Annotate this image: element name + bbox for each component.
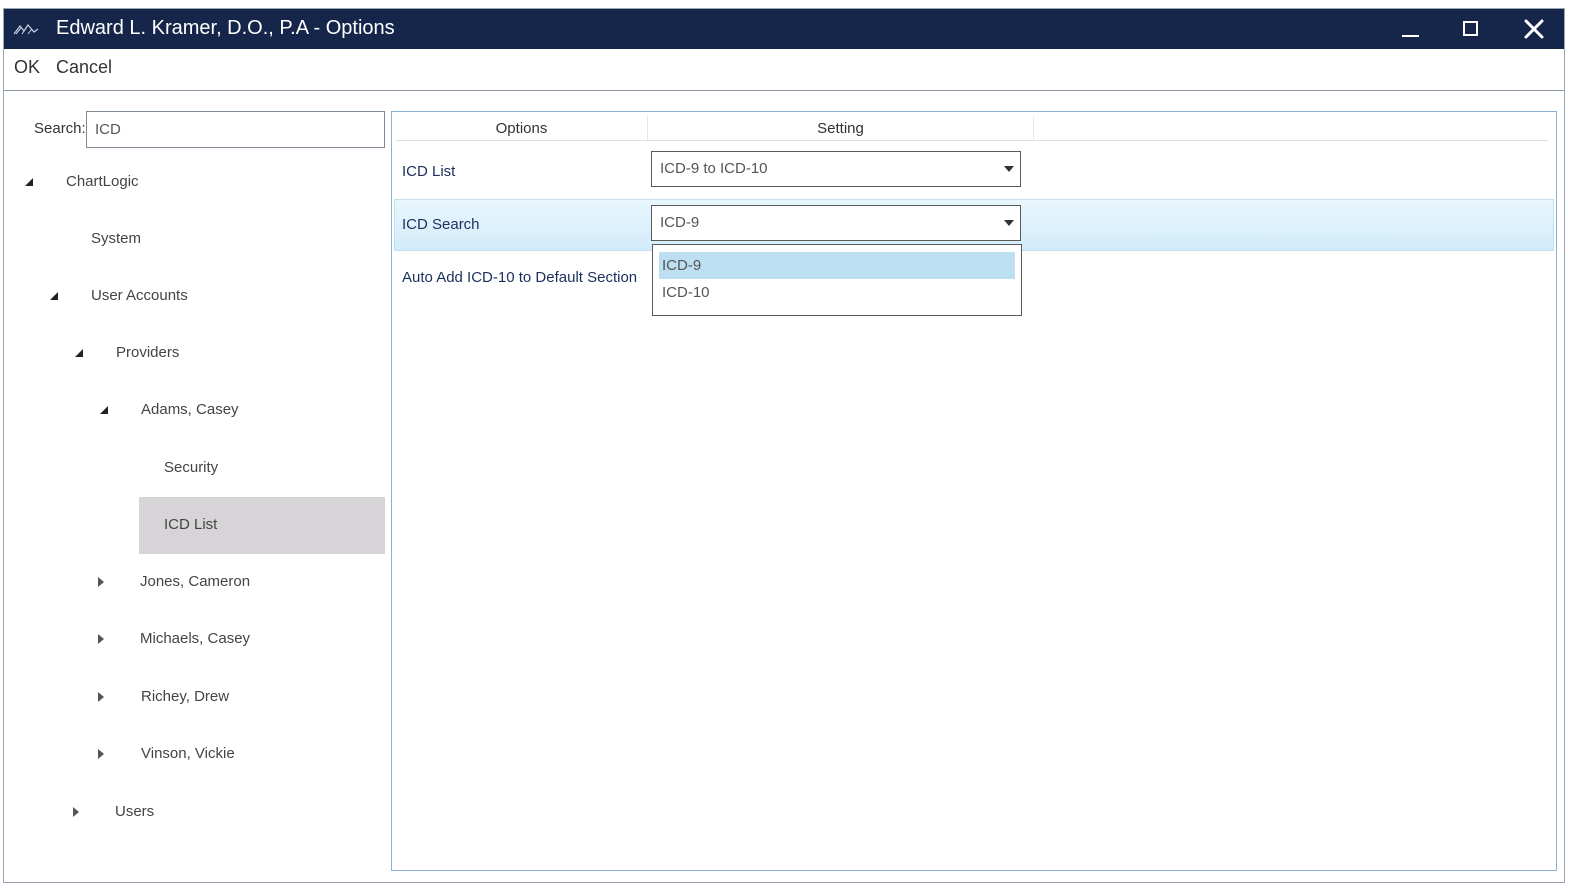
expanded-arrow-icon [75, 349, 83, 357]
dropdown-option-icd9[interactable]: ICD-9 [659, 252, 1015, 279]
tree-item-system[interactable]: System [4, 211, 384, 267]
option-label: Auto Add ICD-10 to Default Section [402, 269, 638, 286]
close-button[interactable] [1509, 9, 1559, 49]
tree-item-michaels-casey[interactable]: Michaels, Casey [4, 611, 384, 667]
maximize-icon [1463, 21, 1478, 36]
option-row-icd-list[interactable]: ICD List ICD-9 to ICD-10 [394, 146, 1554, 198]
tree-item-label: Richey, Drew [141, 688, 230, 705]
collapsed-arrow-icon [98, 577, 104, 587]
collapsed-arrow-icon [73, 807, 79, 817]
ok-button[interactable]: OK [14, 57, 40, 78]
tree-item-label: ICD List [164, 516, 218, 533]
collapsed-arrow-icon [98, 749, 104, 759]
combo-value: ICD-9 to ICD-10 [660, 160, 768, 177]
tree-item-jones-cameron[interactable]: Jones, Cameron [4, 554, 384, 610]
tree-item-users[interactable]: Users [4, 784, 384, 840]
tree-item-label: User Accounts [91, 287, 188, 304]
option-label: ICD List [402, 163, 456, 180]
tree-item-label: Adams, Casey [141, 401, 239, 418]
expanded-arrow-icon [100, 406, 108, 414]
expanded-arrow-icon [25, 178, 33, 186]
tree-item-security[interactable]: Security [4, 440, 384, 496]
tree-item-vinson-vickie[interactable]: Vinson, Vickie [4, 726, 384, 782]
tree-item-label: ChartLogic [66, 173, 139, 190]
tree-item-providers[interactable]: Providers [4, 325, 384, 381]
cancel-button[interactable]: Cancel [56, 57, 112, 78]
menu-bar: OK Cancel [4, 49, 1564, 91]
tree-item-chartlogic[interactable]: ChartLogic [4, 154, 384, 210]
tree-item-user-accounts[interactable]: User Accounts [4, 268, 384, 324]
window-title: Edward L. Kramer, D.O., P.A - Options [56, 17, 395, 39]
collapsed-arrow-icon [98, 692, 104, 702]
options-grid: Options Setting ICD List ICD-9 to ICD-10… [391, 111, 1557, 871]
tree-item-icd-list[interactable]: ICD List [4, 497, 384, 553]
minimize-button[interactable] [1386, 9, 1436, 49]
dropdown-option-icd10[interactable]: ICD-10 [659, 279, 1015, 306]
collapsed-arrow-icon [98, 634, 104, 644]
tree-item-label: Users [115, 803, 155, 820]
minimize-icon [1402, 35, 1419, 37]
column-header-options[interactable]: Options [396, 116, 648, 141]
tree-item-label: Security [164, 459, 219, 476]
search-label: Search: [34, 120, 86, 137]
maximize-button[interactable] [1446, 9, 1496, 49]
title-bar[interactable]: Edward L. Kramer, D.O., P.A - Options [4, 9, 1564, 49]
tree-item-label: Michaels, Casey [140, 630, 251, 647]
tree-item-label: Jones, Cameron [140, 573, 251, 590]
dropdown-caret-icon [1004, 166, 1014, 172]
expanded-arrow-icon [50, 292, 58, 300]
option-label: ICD Search [402, 216, 480, 233]
app-logo-icon [13, 24, 39, 35]
search-input[interactable] [86, 111, 385, 148]
icd-search-dropdown-list: ICD-9 ICD-10 [652, 244, 1022, 316]
tree-item-label: Vinson, Vickie [141, 745, 235, 762]
tree-item-richey-drew[interactable]: Richey, Drew [4, 669, 384, 725]
tree-item-label: Providers [116, 344, 180, 361]
dropdown-caret-icon [1004, 220, 1014, 226]
tree-item-adams-casey[interactable]: Adams, Casey [4, 382, 384, 438]
close-icon [1524, 19, 1544, 39]
icd-list-combobox[interactable]: ICD-9 to ICD-10 [651, 151, 1021, 187]
column-header-setting[interactable]: Setting [648, 116, 1034, 141]
combo-value: ICD-9 [660, 214, 700, 231]
grid-header: Options Setting [396, 116, 1548, 141]
tree-item-label: System [91, 230, 142, 247]
icd-search-combobox[interactable]: ICD-9 [651, 205, 1021, 241]
options-window: Edward L. Kramer, D.O., P.A - Options OK… [3, 8, 1565, 883]
